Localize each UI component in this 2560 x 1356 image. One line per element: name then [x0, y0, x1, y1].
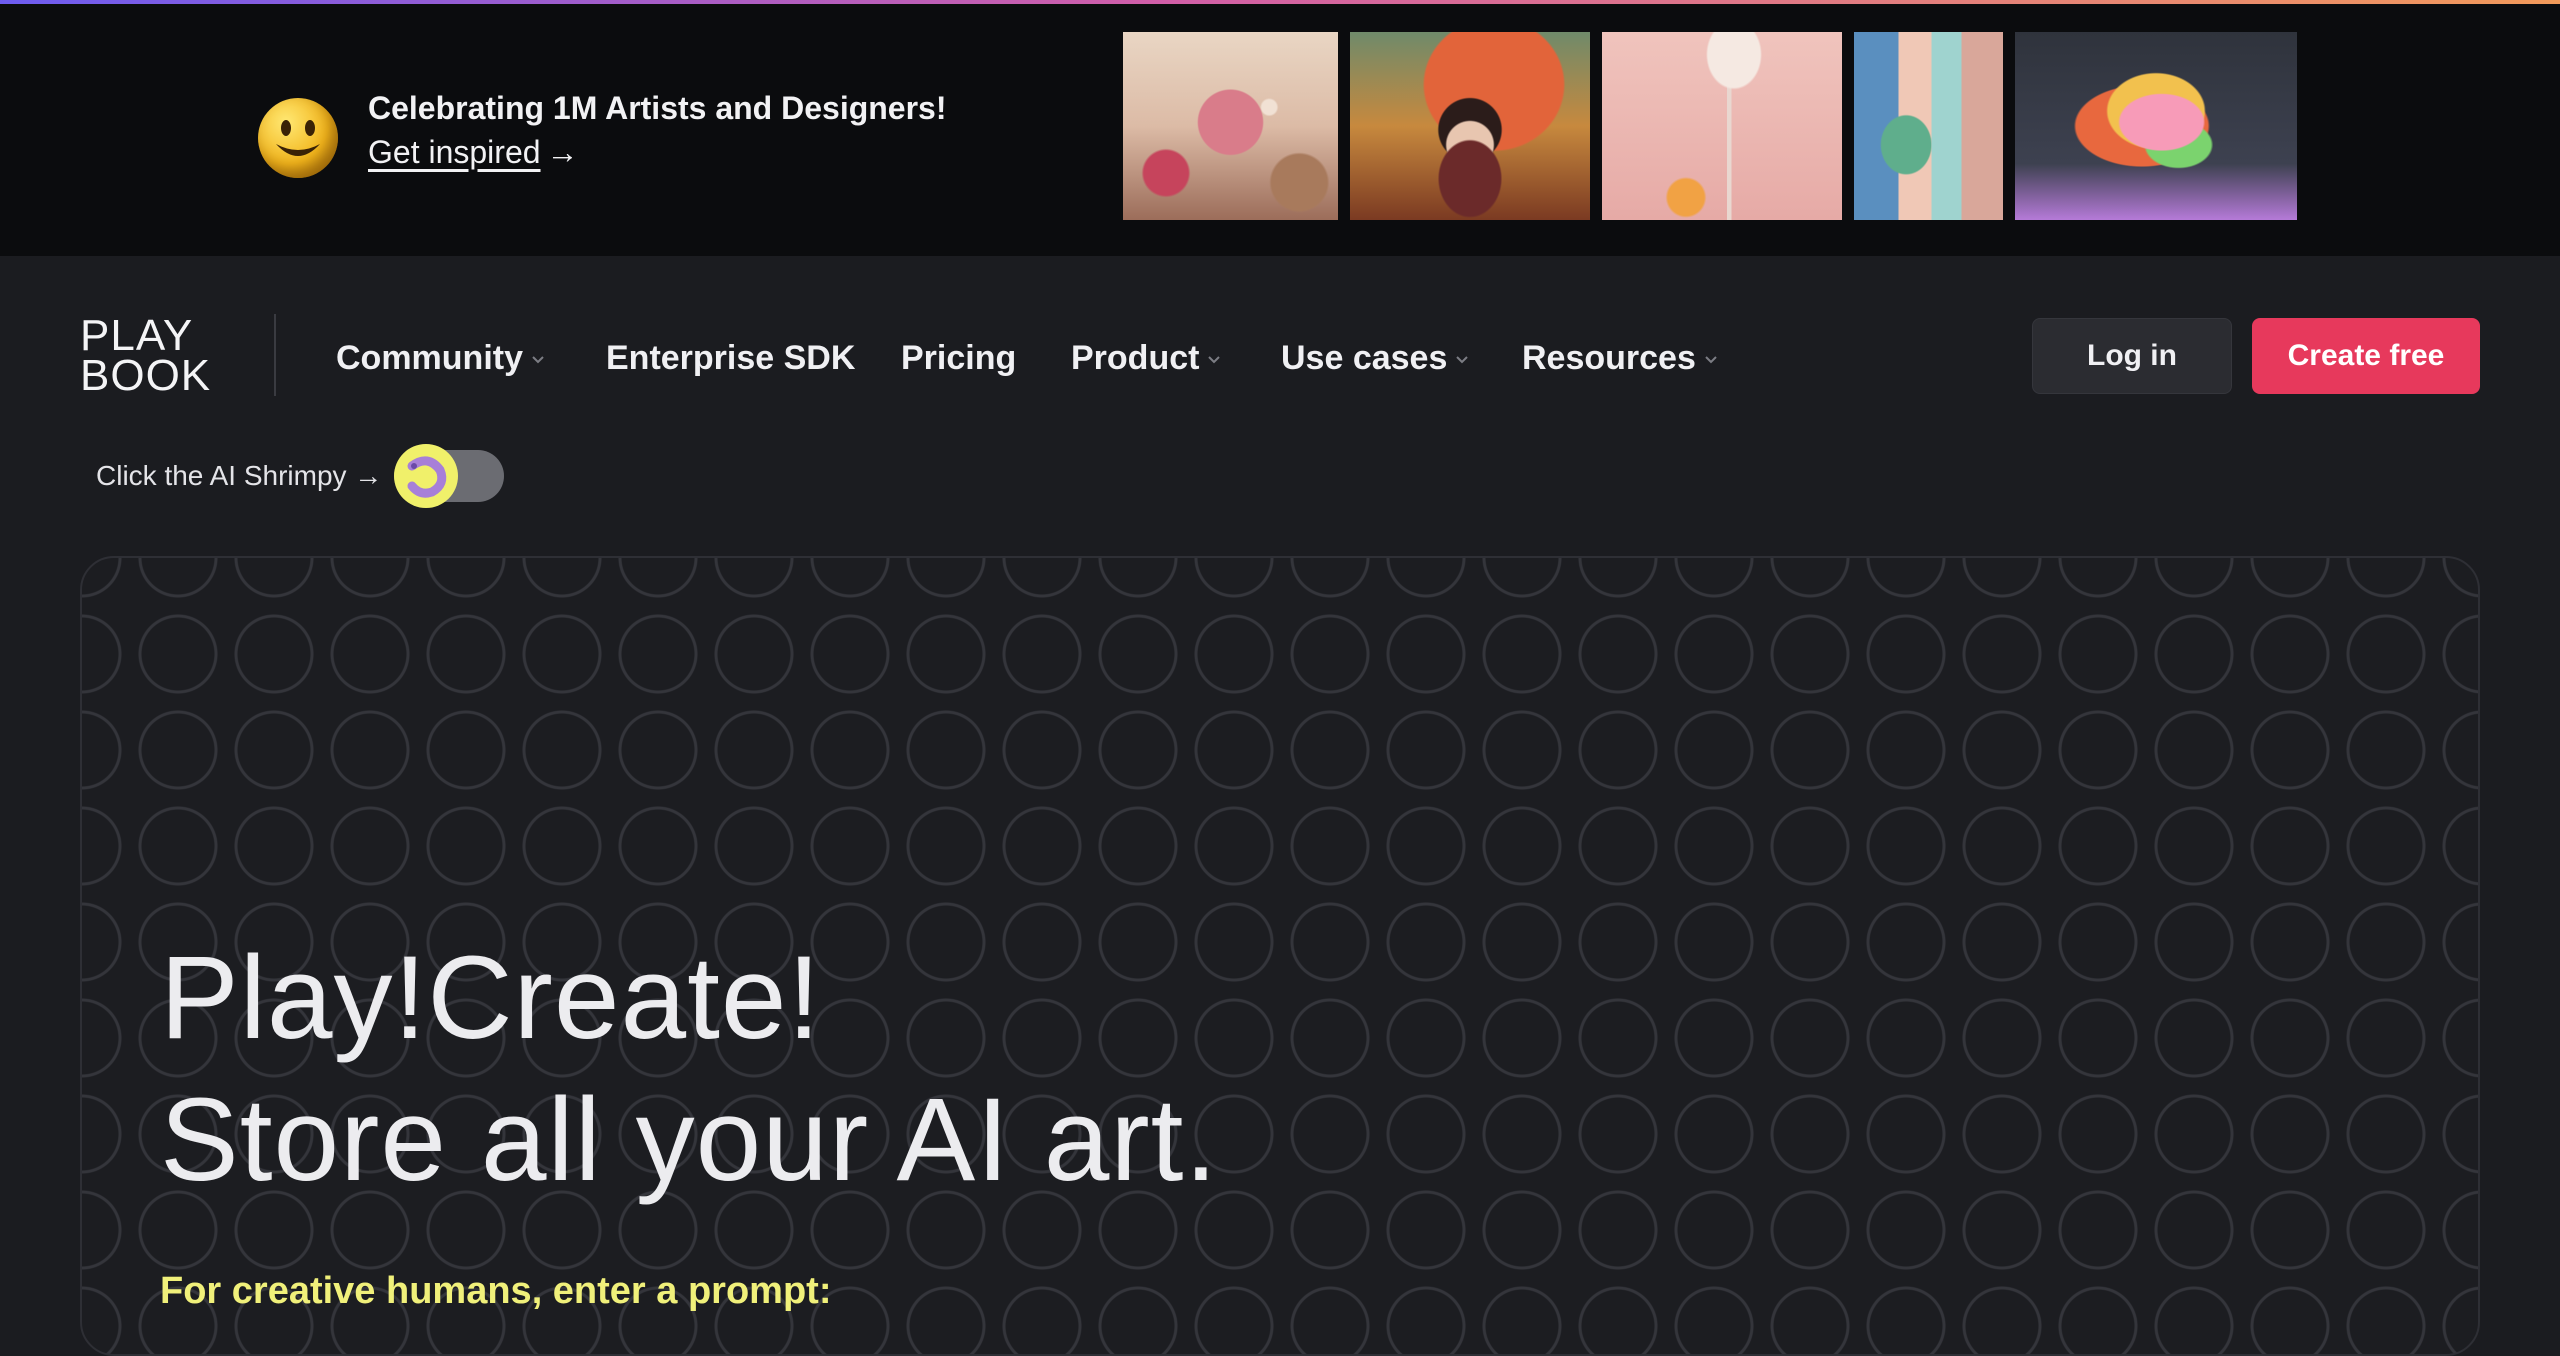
- get-inspired-link[interactable]: Get inspired →: [368, 134, 579, 171]
- nav-item-use-cases[interactable]: Use cases: [1281, 336, 1469, 380]
- gallery-thumbnail[interactable]: [2015, 32, 2297, 220]
- nav-item-label: Use cases: [1281, 338, 1448, 377]
- nav-item-label: Pricing: [901, 338, 1017, 377]
- nav-item-enterprise-sdk[interactable]: Enterprise SDK: [606, 336, 855, 380]
- shrimpy-label: Click the AI Shrimpy →: [96, 460, 383, 491]
- chevron-down-icon: [532, 356, 544, 364]
- login-button[interactable]: Log in: [2032, 318, 2232, 394]
- nav-item-label: Enterprise SDK: [606, 338, 856, 377]
- gallery-thumbnail[interactable]: [1602, 32, 1842, 220]
- chevron-down-icon: [1456, 356, 1469, 364]
- nav-item-product[interactable]: Product: [1071, 336, 1221, 380]
- gallery-thumbnail[interactable]: [1123, 32, 1338, 220]
- arrow-right-icon: →: [546, 134, 579, 170]
- get-inspired-link-label: Get inspired: [368, 134, 541, 170]
- create-free-button[interactable]: Create free: [2252, 318, 2480, 394]
- chevron-down-icon: [1705, 356, 1717, 364]
- nav-item-label: Product: [1071, 338, 1200, 377]
- shrimp-icon: [407, 456, 447, 498]
- nav-item-label: Community: [336, 338, 523, 377]
- gallery-thumbnail[interactable]: [1350, 32, 1590, 220]
- toggle-knob[interactable]: [394, 444, 458, 508]
- shrimpy-toggle[interactable]: [394, 444, 504, 508]
- nav-item-community[interactable]: Community: [336, 336, 545, 380]
- nav-item-label: Resources: [1522, 338, 1696, 377]
- prompt-label: For creative humans, enter a prompt:: [160, 1270, 832, 1312]
- nav-item-resources[interactable]: Resources: [1522, 336, 1718, 380]
- hero-headline-line-1: Play!Create!: [160, 932, 822, 1064]
- playbook-logo[interactable]: PLAY BOOK: [80, 311, 230, 400]
- logo-line-1: PLAY: [80, 311, 194, 360]
- gallery-thumbnail[interactable]: [1854, 32, 2003, 220]
- nav-item-pricing[interactable]: Pricing: [901, 336, 1016, 380]
- chevron-down-icon: [1208, 356, 1221, 364]
- banner-title: Celebrating 1M Artists and Designers!: [368, 90, 947, 126]
- logo-line-2: BOOK: [80, 351, 212, 400]
- hero-headline-line-2: Store all your AI art.: [160, 1074, 1219, 1206]
- logo-divider: [274, 314, 276, 396]
- smiley-emoji-icon: [258, 98, 338, 178]
